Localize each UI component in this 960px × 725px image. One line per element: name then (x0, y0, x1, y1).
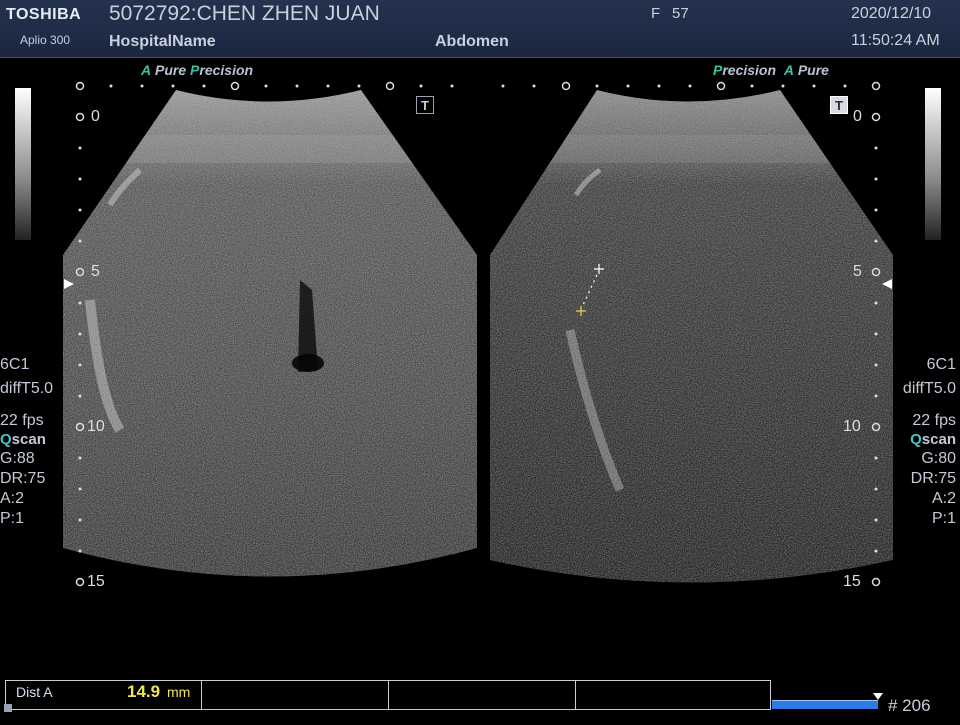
cine-start-icon (4, 704, 12, 712)
right-grayscale-bar (925, 88, 941, 240)
cine-frame-number: # 206 (888, 696, 931, 715)
exam-date: 2020/12/10 (851, 5, 932, 22)
exam-time: 11:50:24 AM (851, 32, 940, 49)
measurement-cell-3 (389, 681, 576, 709)
left-t-icon[interactable]: T (416, 96, 434, 114)
cine-position-marker[interactable] (873, 693, 883, 700)
left-p-param: P:1 (0, 510, 25, 527)
measurement-value: 14.9 (127, 682, 161, 701)
measurement-unit: mm (167, 684, 191, 700)
cine-scroll-bar[interactable] (772, 700, 878, 709)
device-model: Aplio 300 (20, 33, 71, 47)
right-depth-label-10: 10 (843, 418, 861, 435)
right-t-icon[interactable]: T (830, 96, 848, 114)
left-depth-label-0: 0 (91, 108, 100, 125)
brand-logo: TOSHIBA (6, 6, 82, 23)
measurement-cell-1: Dist A 14.9 mm (6, 681, 202, 709)
header-bar: TOSHIBA Aplio 300 5072792:CHEN ZHEN JUAN… (0, 0, 960, 58)
right-depth-label-0: 0 (853, 108, 862, 125)
left-fps: 22 fps (0, 412, 44, 429)
left-depth-label-15: 15 (87, 573, 105, 590)
left-probe: 6C1 (0, 356, 30, 373)
hospital-name: HospitalName (109, 33, 216, 50)
left-depth-label-5: 5 (91, 263, 100, 280)
right-scan-mode: Qscan (910, 431, 956, 448)
left-image-mode-label: A Pure Precision (141, 62, 254, 78)
measurement-cell-4 (576, 681, 770, 709)
measurement-results-box[interactable]: Dist A 14.9 mm (5, 680, 771, 710)
right-depth-label-15: 15 (843, 573, 861, 590)
ultrasound-sectors (63, 81, 893, 587)
patient-id-name: 5072792:CHEN ZHEN JUAN (109, 2, 380, 25)
left-harmonic: diffT5.0 (0, 380, 54, 397)
patient-sex: F (651, 5, 661, 22)
right-fps: 22 fps (912, 412, 956, 429)
left-grayscale-bar (15, 88, 31, 240)
right-params-group: 6C1 diffT5.0 22 fps Qscan G:80 DR:75 A:2… (903, 355, 956, 529)
left-top-scale (75, 81, 454, 91)
right-ultrasound-sector (490, 90, 893, 583)
right-dynamic-range: DR:75 (910, 470, 956, 487)
exam-preset: Abdomen (435, 33, 509, 50)
left-gain: G:88 (0, 450, 35, 467)
right-top-scale (501, 81, 881, 91)
right-depth-label-5: 5 (853, 263, 862, 280)
patient-age: 57 (672, 5, 689, 22)
left-params-group: 6C1 diffT5.0 22 fps Qscan G:88 DR:75 A:2… (0, 355, 53, 529)
right-image-mode-label: Precision A Pure (713, 62, 829, 78)
left-dynamic-range: DR:75 (0, 470, 46, 487)
right-gain: G:80 (921, 450, 956, 467)
measurement-cell-2 (202, 681, 389, 709)
left-ultrasound-sector (63, 90, 477, 577)
ultrasound-image-area (0, 0, 960, 720)
left-scan-mode: Qscan (0, 431, 46, 448)
right-p-param: P:1 (931, 510, 956, 527)
right-a-param: A:2 (931, 490, 956, 507)
right-probe: 6C1 (926, 356, 956, 373)
measurement-label: Dist A (16, 684, 53, 700)
left-depth-label-10: 10 (87, 418, 105, 435)
right-harmonic: diffT5.0 (902, 380, 956, 397)
left-a-param: A:2 (0, 490, 25, 507)
